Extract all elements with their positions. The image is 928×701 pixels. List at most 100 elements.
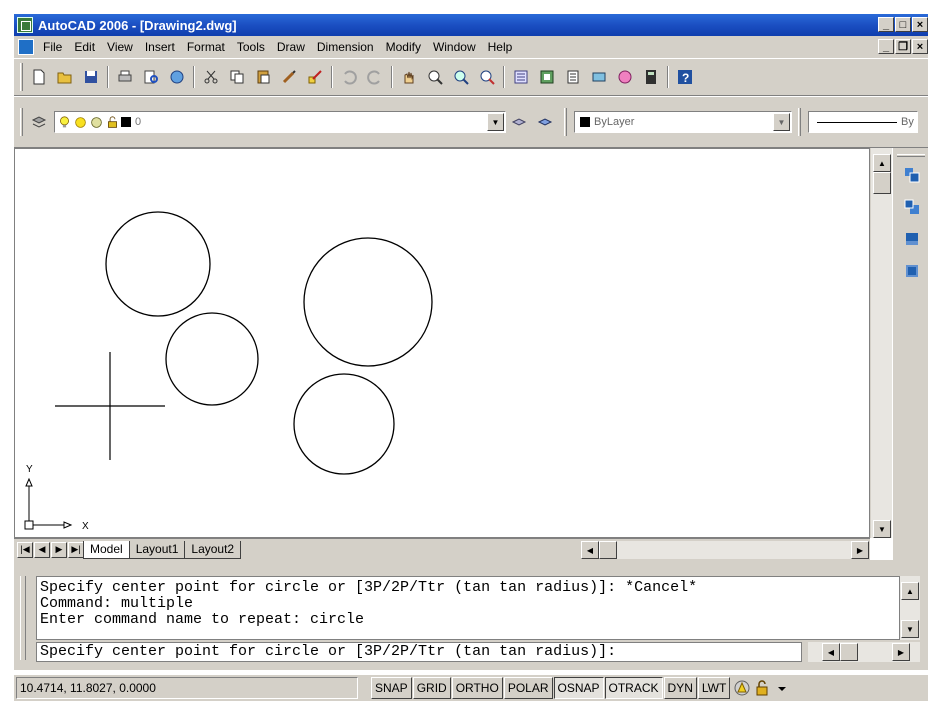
toolbar-grip[interactable] [897, 154, 925, 157]
chevron-down-icon[interactable]: ▼ [773, 113, 790, 131]
polar-toggle[interactable]: POLAR [503, 677, 553, 699]
make-object-layer-current-button[interactable] [507, 110, 531, 134]
first-tab-button[interactable]: |◀ [17, 541, 33, 558]
scroll-up-button[interactable]: ▲ [873, 154, 891, 172]
scroll-thumb[interactable] [873, 172, 891, 194]
plot-preview-button[interactable] [139, 65, 163, 89]
coordinate-display[interactable]: 10.4714, 11.8027, 0.0000 [16, 677, 358, 699]
menu-file[interactable]: File [37, 40, 68, 54]
layer-manager-button[interactable] [27, 110, 51, 134]
block-editor-button[interactable] [303, 65, 327, 89]
redo-button[interactable] [363, 65, 387, 89]
scroll-left-button[interactable]: ◀ [822, 643, 840, 661]
drawing-area[interactable]: Y X [14, 148, 870, 538]
last-tab-button[interactable]: ▶| [68, 541, 84, 558]
tab-layout2[interactable]: Layout2 [184, 540, 242, 559]
title-bar[interactable]: AutoCAD 2006 - [Drawing2.dwg] _ □ × [14, 14, 928, 36]
doc-restore-button[interactable]: ❐ [895, 39, 911, 54]
zoom-window-button[interactable] [449, 65, 473, 89]
toolbar-grip[interactable] [564, 108, 567, 136]
sheet-set-button[interactable] [587, 65, 611, 89]
minimize-button[interactable]: _ [878, 17, 894, 32]
calculator-button[interactable] [639, 65, 663, 89]
match-properties-button[interactable] [277, 65, 301, 89]
command-history-scrollbar[interactable]: ▲ ▼ [900, 576, 920, 640]
markup-button[interactable] [613, 65, 637, 89]
layer-dropdown[interactable]: 0 ▼ [54, 111, 506, 133]
chevron-down-icon[interactable] [773, 679, 791, 697]
design-center-button[interactable] [535, 65, 559, 89]
command-window-grip[interactable] [20, 576, 26, 660]
previous-tab-button[interactable]: ◀ [34, 541, 50, 558]
menu-window[interactable]: Window [427, 40, 482, 54]
send-to-back-button[interactable] [901, 196, 923, 218]
scroll-left-button[interactable]: ◀ [581, 541, 599, 559]
toolbar-lock-icon[interactable] [753, 679, 771, 697]
scroll-down-button[interactable]: ▼ [873, 520, 891, 538]
copy-button[interactable] [225, 65, 249, 89]
menu-view[interactable]: View [101, 40, 139, 54]
command-history[interactable]: Specify center point for circle or [3P/2… [36, 576, 900, 640]
save-button[interactable] [79, 65, 103, 89]
circle-entity[interactable] [105, 211, 211, 317]
model-space[interactable]: Y X [15, 149, 871, 539]
osnap-toggle[interactable]: OSNAP [553, 677, 604, 699]
tool-palettes-button[interactable] [561, 65, 585, 89]
otrack-toggle[interactable]: OTRACK [604, 677, 663, 699]
bring-to-front-button[interactable] [901, 164, 923, 186]
publish-button[interactable] [165, 65, 189, 89]
properties-button[interactable] [509, 65, 533, 89]
snap-toggle[interactable]: SNAP [371, 677, 412, 699]
autocad-app-icon[interactable] [17, 17, 33, 33]
menu-format[interactable]: Format [181, 40, 231, 54]
undo-button[interactable] [337, 65, 361, 89]
grid-toggle[interactable]: GRID [412, 677, 451, 699]
toolbar-grip[interactable] [20, 63, 23, 91]
menu-insert[interactable]: Insert [139, 40, 181, 54]
next-tab-button[interactable]: ▶ [51, 541, 67, 558]
scroll-down-button[interactable]: ▼ [901, 620, 919, 638]
pan-button[interactable] [397, 65, 421, 89]
menu-help[interactable]: Help [482, 40, 519, 54]
chevron-down-icon[interactable]: ▼ [487, 113, 504, 131]
color-dropdown[interactable]: ByLayer ▼ [574, 111, 792, 133]
command-prompt-scrollbar[interactable]: ◀ ▶ [808, 642, 920, 662]
document-icon[interactable] [18, 39, 34, 55]
scroll-thumb[interactable] [599, 541, 617, 559]
menu-dimension[interactable]: Dimension [311, 40, 380, 54]
paste-button[interactable] [251, 65, 275, 89]
dyn-toggle[interactable]: DYN [663, 677, 697, 699]
toolbar-grip[interactable] [798, 108, 801, 136]
menu-draw[interactable]: Draw [271, 40, 311, 54]
lwt-toggle[interactable]: LWT [697, 677, 731, 699]
linetype-dropdown[interactable]: By [808, 111, 918, 133]
vertical-scrollbar[interactable]: ▲ ▼ [870, 148, 892, 538]
new-button[interactable] [27, 65, 51, 89]
layer-previous-button[interactable] [533, 110, 557, 134]
open-button[interactable] [53, 65, 77, 89]
ortho-toggle[interactable]: ORTHO [451, 677, 503, 699]
command-prompt-input[interactable]: Specify center point for circle or [3P/2… [36, 642, 802, 662]
doc-minimize-button[interactable]: _ [878, 39, 894, 54]
scroll-thumb[interactable] [840, 643, 858, 661]
circle-entity[interactable] [293, 373, 395, 475]
help-button[interactable]: ? [673, 65, 697, 89]
plot-button[interactable] [113, 65, 137, 89]
circle-entity[interactable] [303, 237, 433, 367]
menu-edit[interactable]: Edit [68, 40, 101, 54]
scroll-right-button[interactable]: ▶ [892, 643, 910, 661]
menu-tools[interactable]: Tools [231, 40, 271, 54]
tab-model[interactable]: Model [83, 540, 130, 559]
doc-close-button[interactable]: × [912, 39, 928, 54]
send-under-button[interactable] [901, 260, 923, 282]
scroll-up-button[interactable]: ▲ [901, 582, 919, 600]
bring-above-button[interactable] [901, 228, 923, 250]
scroll-right-button[interactable]: ▶ [851, 541, 869, 559]
zoom-previous-button[interactable] [475, 65, 499, 89]
maximize-button[interactable]: □ [895, 17, 911, 32]
menu-modify[interactable]: Modify [380, 40, 427, 54]
close-button[interactable]: × [912, 17, 928, 32]
tab-layout1[interactable]: Layout1 [128, 540, 186, 559]
communication-center-icon[interactable] [733, 679, 751, 697]
circle-entity[interactable] [165, 312, 259, 406]
